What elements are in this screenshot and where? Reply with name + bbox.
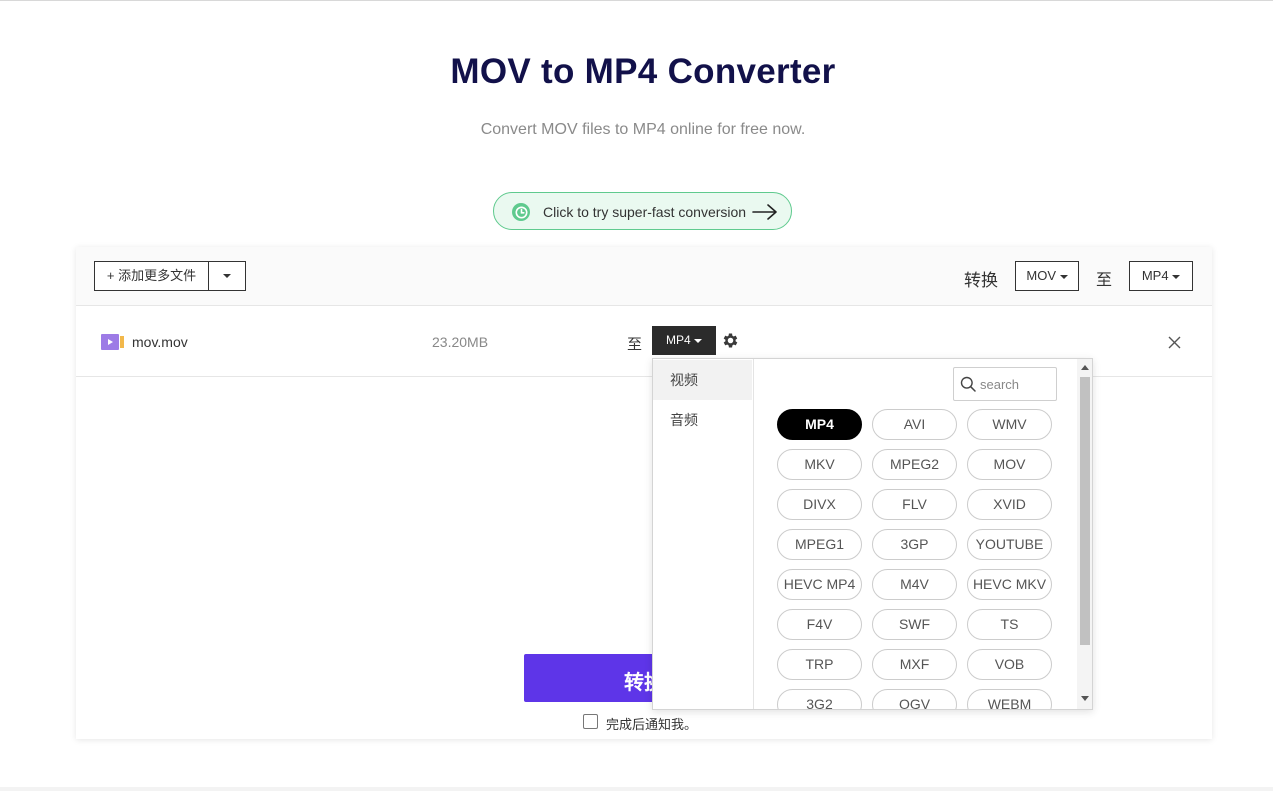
format-option[interactable]: OGV bbox=[872, 689, 957, 709]
notify-label: 完成后通知我。 bbox=[606, 717, 698, 732]
top-divider bbox=[0, 0, 1273, 1]
notify-checkbox[interactable] bbox=[583, 714, 598, 729]
caret-down-icon bbox=[223, 274, 231, 278]
format-option[interactable]: M4V bbox=[872, 569, 957, 600]
format-dropdown: 视频 音频 MP4 AVI WMV MKV MPEG2 MOV DIVX FLV… bbox=[652, 358, 1093, 710]
format-option[interactable]: MKV bbox=[777, 449, 862, 480]
gear-icon[interactable] bbox=[721, 331, 740, 350]
convert-to-label: 至 bbox=[1096, 272, 1113, 289]
close-icon[interactable] bbox=[1168, 336, 1181, 349]
format-option[interactable]: WEBM bbox=[967, 689, 1052, 709]
scroll-down-arrow-icon[interactable] bbox=[1081, 696, 1089, 701]
format-option[interactable]: SWF bbox=[872, 609, 957, 640]
format-option[interactable]: 3G2 bbox=[777, 689, 862, 709]
file-size: 23.20MB bbox=[432, 334, 489, 350]
convert-from-label: 转换 bbox=[964, 271, 998, 290]
file-target-format-value: MP4 bbox=[665, 333, 691, 347]
target-format-value: MP4 bbox=[1141, 268, 1169, 283]
category-audio[interactable]: 音频 bbox=[653, 400, 752, 440]
caret-down-icon bbox=[1172, 274, 1181, 279]
format-option[interactable]: FLV bbox=[872, 489, 957, 520]
format-category-list: 视频 音频 bbox=[653, 359, 754, 709]
format-option[interactable]: TS bbox=[967, 609, 1052, 640]
format-option[interactable]: MP4 bbox=[777, 409, 862, 440]
format-option[interactable]: MOV bbox=[967, 449, 1052, 480]
super-fast-conversion-label: Click to try super-fast conversion bbox=[543, 204, 747, 220]
category-video[interactable]: 视频 bbox=[653, 360, 752, 400]
format-option[interactable]: YOUTUBE bbox=[967, 529, 1052, 560]
source-format-select[interactable]: MOV bbox=[1015, 261, 1079, 291]
caret-down-icon bbox=[694, 338, 703, 343]
source-format-value: MOV bbox=[1026, 268, 1056, 283]
format-option[interactable]: DIVX bbox=[777, 489, 862, 520]
format-search-input[interactable] bbox=[980, 374, 1052, 394]
arrow-right-icon bbox=[752, 204, 777, 220]
page-title: MOV to MP4 Converter bbox=[450, 52, 836, 91]
target-format-select[interactable]: MP4 bbox=[1129, 261, 1193, 291]
scroll-up-arrow-icon[interactable] bbox=[1081, 365, 1089, 370]
format-search bbox=[953, 367, 1057, 401]
bottom-divider bbox=[0, 787, 1273, 791]
file-target-format-button[interactable]: MP4 bbox=[652, 326, 716, 355]
clock-icon bbox=[512, 203, 530, 221]
super-fast-conversion-button[interactable]: Click to try super-fast conversion bbox=[493, 192, 792, 230]
format-option[interactable]: MPEG1 bbox=[777, 529, 862, 560]
scrollbar-thumb[interactable] bbox=[1080, 377, 1090, 645]
caret-down-icon bbox=[1059, 274, 1068, 279]
add-files-source-dropdown[interactable] bbox=[208, 261, 246, 291]
format-option[interactable]: TRP bbox=[777, 649, 862, 680]
add-more-files-button[interactable]: + 添加更多文件 bbox=[94, 261, 208, 291]
converter-toolbar: + 添加更多文件 转换 MOV 至 MP4 bbox=[76, 247, 1212, 306]
format-dropdown-scrollbar[interactable] bbox=[1077, 359, 1092, 709]
page-subtitle: Convert MOV files to MP4 online for free… bbox=[480, 121, 806, 138]
format-option[interactable]: F4V bbox=[777, 609, 862, 640]
search-icon bbox=[960, 376, 976, 392]
format-option[interactable]: MPEG2 bbox=[872, 449, 957, 480]
format-option[interactable]: 3GP bbox=[872, 529, 957, 560]
file-to-label: 至 bbox=[627, 336, 643, 353]
format-option[interactable]: MXF bbox=[872, 649, 957, 680]
video-file-icon bbox=[101, 334, 124, 350]
format-option[interactable]: AVI bbox=[872, 409, 957, 440]
format-option[interactable]: WMV bbox=[967, 409, 1052, 440]
format-option[interactable]: VOB bbox=[967, 649, 1052, 680]
format-option[interactable]: HEVC MKV bbox=[967, 569, 1052, 600]
file-name: mov.mov bbox=[132, 334, 188, 350]
format-option[interactable]: HEVC MP4 bbox=[777, 569, 862, 600]
format-option[interactable]: XVID bbox=[967, 489, 1052, 520]
